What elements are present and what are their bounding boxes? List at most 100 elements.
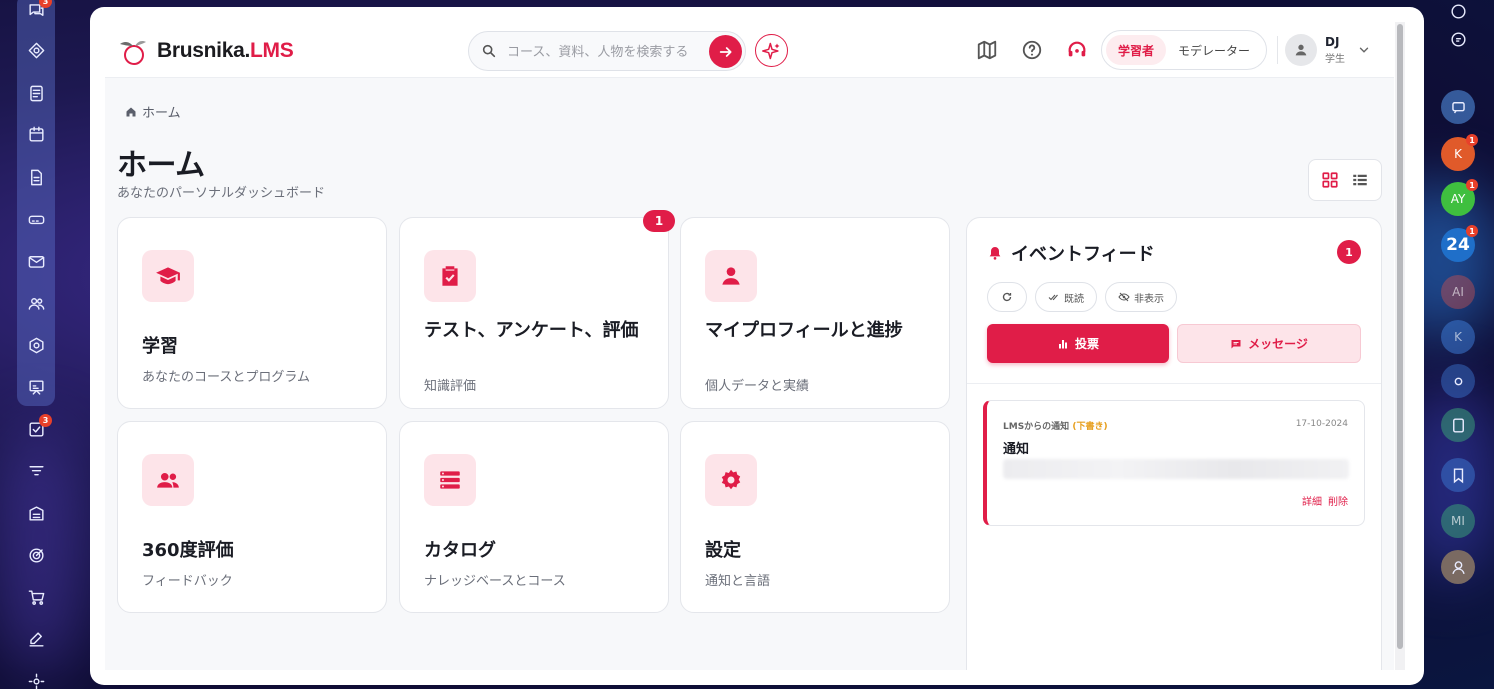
bitrix24-icon[interactable]: 24 1: [1441, 225, 1478, 262]
card-icon-box: [142, 454, 194, 506]
bookmark-icon[interactable]: [1441, 458, 1475, 492]
card-catalog[interactable]: カタログ ナレッジベースとコース: [399, 421, 669, 613]
contact-avatar[interactable]: MI: [1441, 504, 1475, 538]
card-icon-box: [705, 454, 757, 506]
mark-read-button[interactable]: 既読: [1035, 282, 1097, 312]
arrow-right-icon: [719, 46, 732, 57]
card-icon-box: [142, 250, 194, 302]
divider: [967, 383, 1381, 384]
filter-icon[interactable]: [20, 455, 52, 487]
grid-view-icon[interactable]: [1321, 171, 1339, 189]
card-icon-box: [424, 454, 476, 506]
drive-icon[interactable]: [20, 203, 52, 235]
card-title: テスト、アンケート、評価: [424, 320, 639, 341]
search-input[interactable]: [507, 41, 703, 63]
search-submit-button[interactable]: [709, 35, 742, 68]
double-check-icon: [1048, 294, 1058, 301]
card-icon-box: [705, 250, 757, 302]
contact-avatar[interactable]: AI: [1441, 275, 1475, 309]
gear-icon: [721, 469, 741, 490]
event-feed-header: イベントフィード: [987, 240, 1155, 266]
card-subtitle: あなたのコースとプログラム: [142, 370, 310, 385]
lms-app: Brusnika.LMS コース、資料、人物を検索する 学習者 モデレーター D…: [105, 22, 1394, 670]
calculator-icon[interactable]: [1441, 408, 1475, 442]
contact-avatar[interactable]: AY 1: [1441, 179, 1478, 216]
hexagon-icon[interactable]: [20, 329, 52, 361]
role-learner-toggle[interactable]: 学習者: [1106, 35, 1166, 65]
help-icon: [1022, 40, 1042, 60]
card-icon-box: [424, 250, 476, 302]
details-link[interactable]: 詳細: [1302, 493, 1322, 508]
card-title: カタログ: [424, 540, 496, 561]
refresh-button[interactable]: [987, 282, 1027, 312]
person-icon: [722, 267, 740, 285]
compass-icon[interactable]: [20, 34, 52, 66]
archive-icon[interactable]: [20, 497, 52, 529]
contact-avatar[interactable]: K 1: [1441, 134, 1478, 171]
card-title: マイプロフィールと進捗: [705, 320, 903, 341]
calendar-icon[interactable]: [20, 118, 52, 150]
ai-assistant-button[interactable]: [755, 34, 788, 67]
delete-link[interactable]: 削除: [1328, 493, 1348, 508]
notification-source: LMSからの通知 (下書き): [1003, 422, 1108, 432]
list-view-icon[interactable]: [1351, 171, 1369, 189]
user-info: DJ 学生: [1325, 35, 1345, 65]
notification-date: 17-10-2024: [1295, 419, 1348, 429]
top-bar: Brusnika.LMS コース、資料、人物を検索する 学習者 モデレーター D…: [105, 22, 1394, 78]
message-button[interactable]: メッセージ: [1177, 324, 1361, 363]
contact-avatar[interactable]: K: [1441, 320, 1475, 354]
edit-icon[interactable]: [20, 623, 52, 655]
card-360-review[interactable]: 360度評価 フィードバック: [117, 421, 387, 613]
support-button[interactable]: [1065, 38, 1089, 62]
sparkle-icon: [761, 42, 779, 59]
brand-logo[interactable]: Brusnika.LMS: [118, 36, 294, 66]
group-icon: [157, 472, 179, 488]
chat-bubble-icon[interactable]: [1441, 90, 1475, 124]
berry-logo-icon: [120, 41, 146, 65]
search-icon: [482, 44, 496, 58]
user-menu[interactable]: DJ 学生: [1285, 34, 1371, 66]
role-moderator-toggle[interactable]: モデレーター: [1166, 35, 1262, 65]
card-subtitle: フィードバック: [142, 574, 233, 589]
cart-icon[interactable]: [20, 581, 52, 613]
card-subtitle: 知識評価: [424, 379, 477, 394]
card-profile-progress[interactable]: マイプロフィールと進捗 個人データと実績: [680, 217, 950, 409]
hide-button[interactable]: 非表示: [1105, 282, 1177, 312]
breadcrumb: ホーム: [125, 102, 181, 121]
camera-icon[interactable]: [1441, 364, 1475, 398]
card-tests-surveys[interactable]: 1 テスト、アンケート、評価 知識評価: [399, 210, 675, 409]
users-icon[interactable]: [20, 287, 52, 319]
card-settings[interactable]: 設定 通知と言語: [680, 421, 950, 613]
map-button[interactable]: [975, 38, 999, 62]
browser-window: Brusnika.LMS コース、資料、人物を検索する 学習者 モデレーター D…: [90, 7, 1424, 685]
page-subtitle: あなたのパーソナルダッシュボード: [117, 186, 326, 201]
chat-icon[interactable]: 3: [20, 0, 52, 26]
settings-gear-icon[interactable]: [20, 665, 52, 689]
notification-body-blurred: [1003, 459, 1349, 479]
page-title: ホーム: [117, 148, 205, 183]
view-toggle: [1308, 159, 1382, 201]
catalog-list-icon: [440, 471, 460, 489]
scrollbar-thumb[interactable]: [1397, 24, 1403, 649]
presentation-icon[interactable]: [20, 371, 52, 403]
task-check-icon[interactable]: 3: [20, 413, 52, 445]
vote-button[interactable]: 投票: [987, 324, 1169, 363]
map-icon: [977, 40, 997, 60]
event-feed-panel: イベントフィード 1 既読 非表示 投票 メッセージ LMSからの通知 (下書き…: [966, 217, 1382, 670]
file-icon[interactable]: [20, 161, 52, 193]
card-subtitle: ナレッジベースとコース: [424, 574, 566, 589]
card-title: 360度評価: [142, 540, 234, 561]
card-learning[interactable]: 学習 あなたのコースとプログラム: [117, 217, 387, 409]
mail-icon[interactable]: [20, 245, 52, 277]
scrollbar[interactable]: [1395, 22, 1405, 670]
refresh-chat-icon[interactable]: [1441, 22, 1475, 56]
document-list-icon[interactable]: [20, 77, 52, 109]
draft-status: (下書き): [1072, 422, 1108, 432]
breadcrumb-home[interactable]: ホーム: [142, 102, 181, 121]
card-title: 設定: [705, 540, 741, 561]
help-button[interactable]: [1020, 38, 1044, 62]
target-icon[interactable]: [20, 539, 52, 571]
headset-icon: [1068, 41, 1086, 57]
user-photo-avatar[interactable]: [1441, 550, 1475, 584]
notification-item[interactable]: LMSからの通知 (下書き) 17-10-2024 通知 詳細 削除: [983, 400, 1365, 526]
